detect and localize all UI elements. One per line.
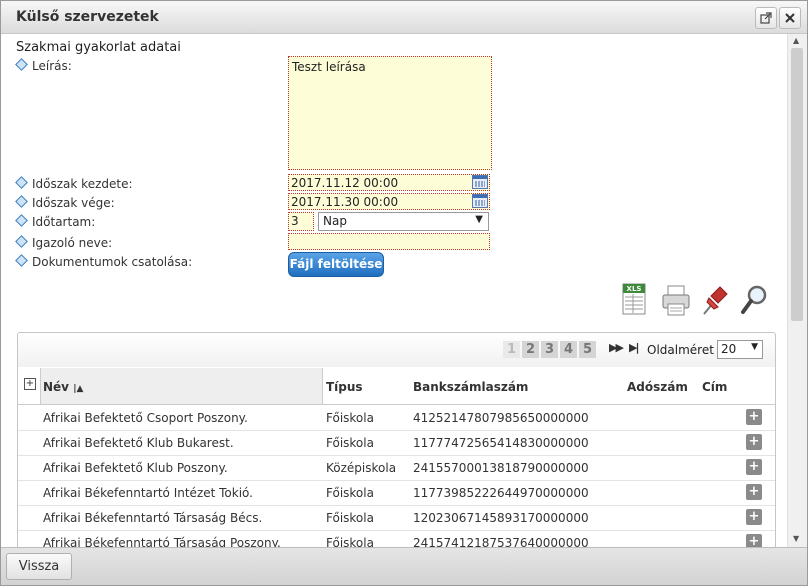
vertical-scrollbar[interactable]: ▲ ▼ bbox=[787, 34, 807, 547]
page-1-button[interactable]: 1 bbox=[503, 341, 520, 358]
calendar-icon[interactable] bbox=[472, 194, 488, 208]
xls-export-icon[interactable]: XLS bbox=[621, 282, 651, 318]
description-textarea[interactable]: Teszt leírása bbox=[288, 56, 492, 170]
name-column-label[interactable]: Név |▲ bbox=[43, 380, 83, 394]
bullet-icon bbox=[15, 235, 28, 248]
section-title: Szakmai gyakorlat adatai bbox=[16, 40, 181, 55]
org-name-cell: Afrikai Befektető Csoport Poszony. bbox=[43, 411, 248, 425]
dialog-titlebar: Külső szervezetek bbox=[1, 1, 807, 34]
certifier-name-input[interactable] bbox=[288, 233, 490, 250]
type-column-header[interactable]: Típus bbox=[326, 380, 363, 394]
row-expand-icon[interactable]: + bbox=[746, 509, 762, 525]
bank-account-cell: 11773985222644970000000 bbox=[413, 486, 589, 500]
bank-account-cell: 11777472565414830000000 bbox=[413, 436, 589, 450]
description-label: Leírás: bbox=[15, 58, 72, 73]
page-3-button[interactable]: 3 bbox=[541, 341, 558, 358]
grid-header: + Név |▲ Típus Bankszámlaszám Adószám Cí… bbox=[18, 368, 775, 405]
table-row[interactable]: Afrikai Békefenntartó Társaság Bécs. Fői… bbox=[18, 505, 775, 531]
bullet-icon bbox=[15, 214, 28, 227]
bullet-icon bbox=[15, 254, 28, 267]
row-expand-icon[interactable]: + bbox=[746, 484, 762, 500]
bank-account-cell: 12023067145893170000000 bbox=[413, 511, 589, 525]
table-row[interactable]: Afrikai Befektető Klub Bukarest. Főiskol… bbox=[18, 430, 775, 456]
dialog-content: Szakmai gyakorlat adatai Leírás: Teszt l… bbox=[1, 34, 787, 547]
duration-input[interactable]: 3 bbox=[288, 212, 314, 231]
external-organizations-dialog: Külső szervezetek Szakmai gyakorlat adat… bbox=[0, 0, 808, 586]
expand-all-icon[interactable]: + bbox=[24, 378, 36, 390]
page-2-button[interactable]: 2 bbox=[522, 341, 539, 358]
org-type-cell: Főiskola bbox=[326, 411, 374, 425]
close-icon[interactable] bbox=[779, 7, 801, 29]
popout-icon[interactable] bbox=[755, 7, 777, 29]
period-end-label: Időszak vége: bbox=[15, 195, 115, 210]
page-5-button[interactable]: 5 bbox=[579, 341, 596, 358]
row-expand-icon[interactable]: + bbox=[746, 534, 762, 547]
org-type-cell: Főiskola bbox=[326, 511, 374, 525]
search-icon[interactable] bbox=[739, 282, 769, 318]
dialog-title: Külső szervezetek bbox=[16, 9, 159, 25]
organizations-grid: 1 2 3 4 5 ▶▶ ▶| Oldalméret 20 ▼ + Név |▲ … bbox=[17, 332, 776, 547]
page-size-select[interactable]: 20 ▼ bbox=[717, 340, 763, 359]
table-row[interactable]: Afrikai Befektető Csoport Poszony. Főisk… bbox=[18, 405, 775, 431]
pin-icon[interactable] bbox=[700, 282, 730, 318]
bullet-icon bbox=[15, 176, 28, 189]
sort-asc-icon: |▲ bbox=[73, 384, 84, 394]
bank-account-cell: 24157412187537640000000 bbox=[413, 536, 589, 547]
dropdown-arrow-icon: ▼ bbox=[751, 342, 758, 352]
bank-account-cell: 41252147807985650000000 bbox=[413, 411, 589, 425]
dropdown-arrow-icon: ▼ bbox=[475, 214, 483, 225]
period-start-input[interactable]: 2017.11.12 00:00 bbox=[288, 174, 490, 191]
file-upload-button[interactable]: Fájl feltöltése bbox=[288, 252, 384, 277]
scrollbar-thumb[interactable] bbox=[791, 48, 803, 321]
print-icon[interactable] bbox=[661, 282, 691, 318]
org-type-cell: Főiskola bbox=[326, 486, 374, 500]
certifier-name-label: Igazoló neve: bbox=[15, 235, 112, 250]
back-button[interactable]: Vissza bbox=[6, 553, 72, 580]
address-column-header[interactable]: Cím bbox=[702, 380, 727, 394]
last-page-icon[interactable]: ▶| bbox=[629, 341, 640, 354]
duration-unit-select[interactable]: Nap ▼ bbox=[318, 212, 489, 231]
org-name-cell: Afrikai Békefenntartó Társaság Bécs. bbox=[43, 511, 263, 525]
bullet-icon bbox=[15, 195, 28, 208]
org-name-cell: Afrikai Befektető Klub Poszony. bbox=[43, 461, 228, 475]
attach-documents-label: Dokumentumok csatolása: bbox=[15, 254, 192, 269]
period-start-label: Időszak kezdete: bbox=[15, 176, 133, 191]
period-end-input[interactable]: 2017.11.30 00:00 bbox=[288, 193, 490, 210]
page-size-label: Oldalméret bbox=[647, 343, 714, 357]
next-pages-icon[interactable]: ▶▶ bbox=[609, 341, 624, 354]
scroll-down-icon[interactable]: ▼ bbox=[793, 534, 799, 543]
table-row[interactable]: Afrikai Békefenntartó Társaság Poszony. … bbox=[18, 530, 775, 547]
row-expand-icon[interactable]: + bbox=[746, 434, 762, 450]
table-row[interactable]: Afrikai Befektető Klub Poszony. Középisk… bbox=[18, 455, 775, 481]
table-row[interactable]: Afrikai Békefenntartó Intézet Tokió. Fői… bbox=[18, 480, 775, 506]
org-type-cell: Főiskola bbox=[326, 536, 374, 547]
page-4-button[interactable]: 4 bbox=[560, 341, 577, 358]
row-expand-icon[interactable]: + bbox=[746, 459, 762, 475]
org-name-cell: Afrikai Befektető Klub Bukarest. bbox=[43, 436, 234, 450]
dialog-footer: Vissza bbox=[1, 547, 807, 585]
svg-text:XLS: XLS bbox=[627, 285, 642, 293]
tax-number-column-header[interactable]: Adószám bbox=[627, 380, 688, 394]
org-type-cell: Főiskola bbox=[326, 436, 374, 450]
org-name-cell: Afrikai Békefenntartó Intézet Tokió. bbox=[43, 486, 253, 500]
bullet-icon bbox=[15, 58, 28, 71]
scroll-up-icon[interactable]: ▲ bbox=[793, 36, 799, 45]
bank-account-cell: 24155700013818790000000 bbox=[413, 461, 589, 475]
row-expand-icon[interactable]: + bbox=[746, 409, 762, 425]
grid-pager-bar: 1 2 3 4 5 ▶▶ ▶| Oldalméret 20 ▼ bbox=[18, 333, 775, 367]
bank-account-column-header[interactable]: Bankszámlaszám bbox=[413, 380, 528, 394]
calendar-icon[interactable] bbox=[472, 175, 488, 189]
duration-label: Időtartam: bbox=[15, 214, 95, 229]
org-type-cell: Középiskola bbox=[326, 461, 397, 475]
org-name-cell: Afrikai Békefenntartó Társaság Poszony. bbox=[43, 536, 281, 547]
